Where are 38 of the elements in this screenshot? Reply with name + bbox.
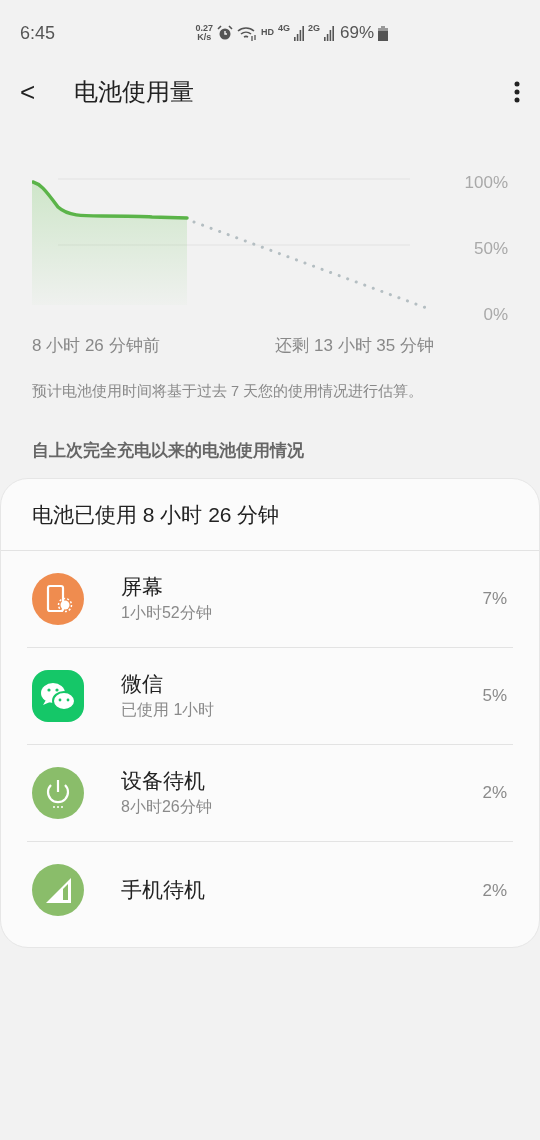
axis-label: 0% [483, 304, 508, 326]
item-name[interactable]: 屏幕 [121, 572, 483, 601]
item-name[interactable]: 微信 [121, 669, 483, 698]
axis-label: 100% [464, 172, 508, 194]
signal-icon [32, 864, 84, 917]
item-name[interactable]: 手机待机 [121, 876, 483, 905]
item-percent: 7% [482, 588, 507, 610]
sim-two-label: 2G [307, 22, 320, 36]
remaining-time-label: 还剩 13 小时 35 分钟 [275, 335, 434, 357]
battery-percent: 69% [339, 22, 374, 45]
signal-bars-icon [323, 25, 334, 41]
item-name[interactable]: 设备待机 [121, 766, 483, 795]
card-title: 电池已使用 8 小时 26 分钟 [32, 501, 280, 528]
more-options-icon[interactable] [514, 81, 520, 103]
section-title: 自上次完全充电以来的电池使用情况 [31, 440, 305, 463]
start-time-label: 8 小时 26 分钟前 [32, 335, 160, 357]
power-icon [32, 766, 84, 819]
alarm-icon [216, 25, 233, 41]
estimate-note: 预计电池使用时间将基于过去 7 天您的使用情况进行估算。 [31, 381, 425, 401]
item-percent: 5% [482, 685, 507, 707]
item-percent: 2% [482, 782, 507, 804]
page-title: 电池使用量 [74, 77, 194, 107]
sim-one-label: 4G [277, 22, 290, 36]
net-unit: K/s [197, 33, 212, 42]
wifi-icon [236, 25, 257, 41]
axis-label: 50% [473, 238, 508, 260]
back-button[interactable]: < [20, 79, 60, 105]
status-time: 6:45 [20, 21, 56, 45]
item-detail: 已使用 1小时 [121, 699, 216, 720]
hd-label: HD [260, 26, 274, 40]
chat-bubbles-icon [32, 669, 84, 722]
item-detail: 8小时26分钟 [121, 796, 213, 817]
signal-bars-icon [293, 25, 304, 41]
battery-icon [378, 25, 388, 41]
item-detail: 1小时52分钟 [121, 602, 213, 623]
item-percent: 2% [482, 879, 507, 902]
phone-brightness-icon [32, 572, 84, 625]
net-speed: 0.27 [195, 24, 213, 33]
